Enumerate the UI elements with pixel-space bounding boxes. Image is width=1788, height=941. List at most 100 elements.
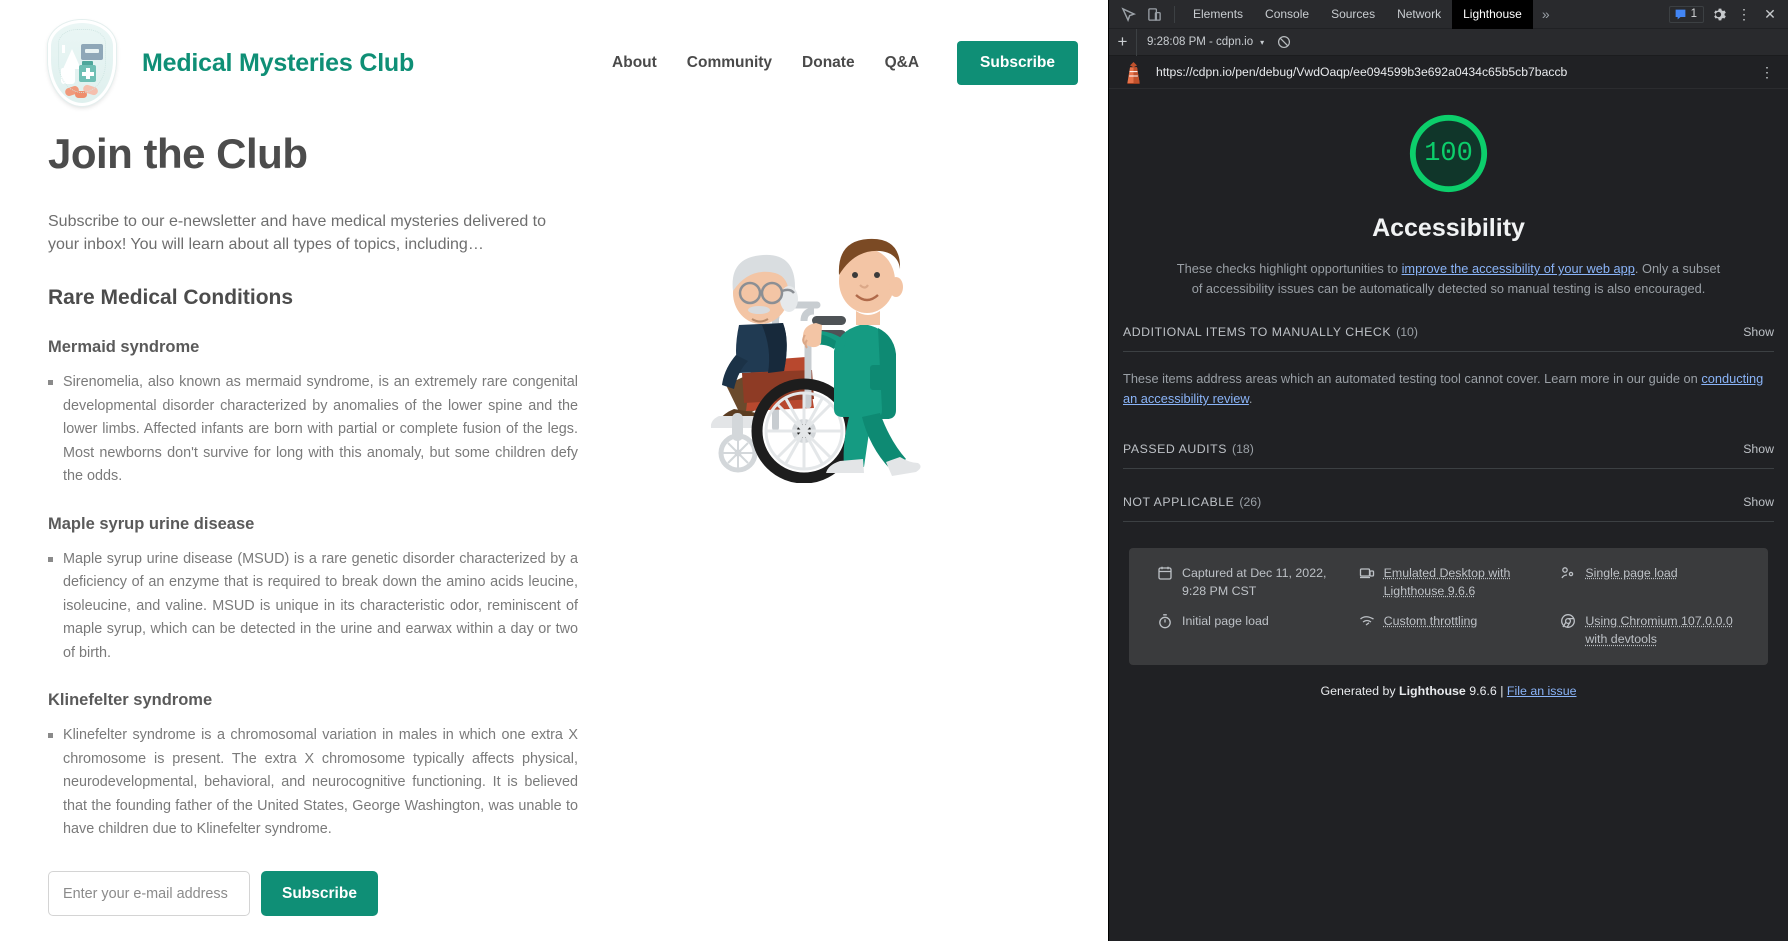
nav-subscribe-button[interactable]: Subscribe [957,41,1078,85]
score-gauge-wrap: 100 Accessibility These checks highlight… [1109,89,1788,299]
laptop-icon [1359,565,1375,581]
devtools-panel: Elements Console Sources Network Lightho… [1108,0,1788,941]
web-page-viewport: Medical Mysteries Club About Community D… [0,0,1108,941]
page-content: Join the Club Subscribe to our e-newslet… [0,118,1108,941]
lighthouse-report: 100 Accessibility These checks highlight… [1109,89,1788,941]
list-item: Maple syrup urine disease (MSUD) is a ra… [48,548,578,665]
tab-console[interactable]: Console [1254,0,1320,29]
lighthouse-toolbar: + 9:28:08 PM - cdpn.io ▾ [1109,29,1788,56]
meta-captured-at: Captured at Dec 11, 2022, 9:28 PM CST [1157,564,1345,601]
meta-chromium-version: Using Chromium 107.0.0.0 with devtools [1560,612,1748,649]
tab-elements[interactable]: Elements [1182,0,1254,29]
section-header-not-applicable[interactable]: NOT APPLICABLE (26) Show [1123,495,1774,522]
form-subscribe-button[interactable]: Subscribe [261,871,378,916]
condition-list-msud: Maple syrup urine disease (MSUD) is a ra… [48,548,578,665]
nav-item-community[interactable]: Community [687,54,772,72]
report-sections: ADDITIONAL ITEMS TO MANUALLY CHECK (10) … [1109,299,1788,522]
footer-pre: Generated by [1321,684,1400,698]
meta-text: Initial page load [1182,612,1269,631]
brand-name[interactable]: Medical Mysteries Club [142,49,414,78]
tab-network[interactable]: Network [1386,0,1452,29]
section-show-toggle[interactable]: Show [1743,325,1774,339]
section-passed-audits: PASSED AUDITS (18) Show [1123,442,1774,469]
report-selector-value: 9:28:08 PM - cdpn.io [1147,36,1253,48]
section-count: (18) [1232,442,1254,456]
meta-text[interactable]: Custom throttling [1384,612,1478,631]
meta-text[interactable]: Using Chromium 107.0.0.0 with devtools [1585,612,1748,649]
section-not-applicable: NOT APPLICABLE (26) Show [1123,495,1774,522]
devtools-toolbar-right: 1 ⋮ ✕ [1669,2,1788,26]
report-footer: Generated by Lighthouse 9.6.6 | File an … [1109,665,1788,698]
section-show-toggle[interactable]: Show [1743,442,1774,456]
inspect-element-icon[interactable] [1115,2,1141,27]
app-root: Medical Mysteries Club About Community D… [0,0,1788,941]
meta-throttling: Custom throttling [1359,612,1547,649]
condition-list-mermaid: Sirenomelia, also known as mermaid syndr… [48,371,578,488]
new-report-button[interactable]: + [1109,29,1137,56]
wheelchair-illustration [664,213,974,483]
chromium-icon [1560,613,1576,629]
page-title: Join the Club [48,130,578,178]
nav-item-qa[interactable]: Q&A [885,54,919,72]
section-description-post: . [1249,391,1253,406]
clear-all-icon[interactable] [1274,32,1294,52]
meta-single-page-load: Single page load [1560,564,1748,601]
content-column: Join the Club Subscribe to our e-newslet… [48,118,578,941]
condition-title-mermaid: Mermaid syndrome [48,338,578,357]
tab-lighthouse[interactable]: Lighthouse [1452,0,1533,29]
page-lede: Subscribe to our e-newsletter and have m… [48,211,578,256]
report-url-bar: https://cdpn.io/pen/debug/VwdOaqp/ee0945… [1109,56,1788,89]
section-count: (26) [1239,495,1261,509]
main-nav: About Community Donate Q&A Subscribe [612,41,1078,85]
devtools-menu-kebab-icon[interactable]: ⋮ [1732,2,1756,26]
site-header: Medical Mysteries Club About Community D… [0,0,1108,118]
section-show-toggle[interactable]: Show [1743,495,1774,509]
meta-emulated-device: Emulated Desktop with Lighthouse 9.6.6 [1359,564,1547,601]
throttling-icon [1359,613,1375,629]
section-title: NOT APPLICABLE [1123,495,1234,509]
condition-title-klinefelter: Klinefelter syndrome [48,691,578,710]
footer-version: 9.6.6 | [1466,684,1507,698]
category-description: These checks highlight opportunities to … [1176,259,1721,299]
device-toolbar-icon[interactable] [1141,2,1167,27]
nav-item-donate[interactable]: Donate [802,54,855,72]
email-input[interactable] [48,871,250,916]
meta-text: Captured at Dec 11, 2022, 9:28 PM CST [1182,564,1345,601]
list-item: Klinefelter syndrome is a chromosomal va… [48,724,578,841]
report-options-kebab-icon[interactable]: ⋮ [1756,64,1778,81]
newsletter-form: Subscribe [48,871,578,916]
issues-counter-button[interactable]: 1 [1669,6,1704,23]
category-description-pre: These checks highlight opportunities to [1177,261,1402,276]
improve-accessibility-link[interactable]: improve the accessibility of your web ap… [1402,261,1635,276]
section-title: PASSED AUDITS [1123,442,1227,456]
settings-gear-icon[interactable] [1706,2,1730,26]
calendar-icon [1157,565,1173,581]
file-an-issue-link[interactable]: File an issue [1507,684,1577,698]
lighthouse-logo-icon [1123,61,1144,84]
meta-text[interactable]: Emulated Desktop with Lighthouse 9.6.6 [1384,564,1547,601]
close-devtools-icon[interactable]: ✕ [1758,2,1782,26]
more-tabs-icon[interactable]: » [1533,6,1559,22]
footer-brand: Lighthouse [1399,684,1466,698]
section-description-manual-check: These items address areas which an autom… [1123,352,1774,416]
medical-shield-logo-icon[interactable] [48,20,116,106]
section-description-pre: These items address areas which an autom… [1123,371,1701,386]
issues-count: 1 [1691,8,1697,20]
section-header-passed-audits[interactable]: PASSED AUDITS (18) Show [1123,442,1774,469]
tab-sources[interactable]: Sources [1320,0,1386,29]
nav-item-about[interactable]: About [612,54,657,72]
meta-text[interactable]: Single page load [1585,564,1677,583]
single-page-icon [1560,565,1576,581]
meta-initial-page-load: Initial page load [1157,612,1345,649]
condition-title-msud: Maple syrup urine disease [48,515,578,534]
report-metadata-grid: Captured at Dec 11, 2022, 9:28 PM CST Em… [1129,548,1768,665]
section-header-manual-check[interactable]: ADDITIONAL ITEMS TO MANUALLY CHECK (10) … [1123,325,1774,352]
section-title: Rare Medical Conditions [48,286,578,310]
chevron-down-icon: ▾ [1260,38,1264,47]
score-value: 100 [1407,112,1490,195]
list-item: Sirenomelia, also known as mermaid syndr… [48,371,578,488]
report-selector[interactable]: 9:28:08 PM - cdpn.io ▾ [1137,36,1274,48]
accessibility-score-gauge: 100 [1407,112,1490,195]
category-title: Accessibility [1109,214,1788,243]
stopwatch-icon [1157,613,1173,629]
